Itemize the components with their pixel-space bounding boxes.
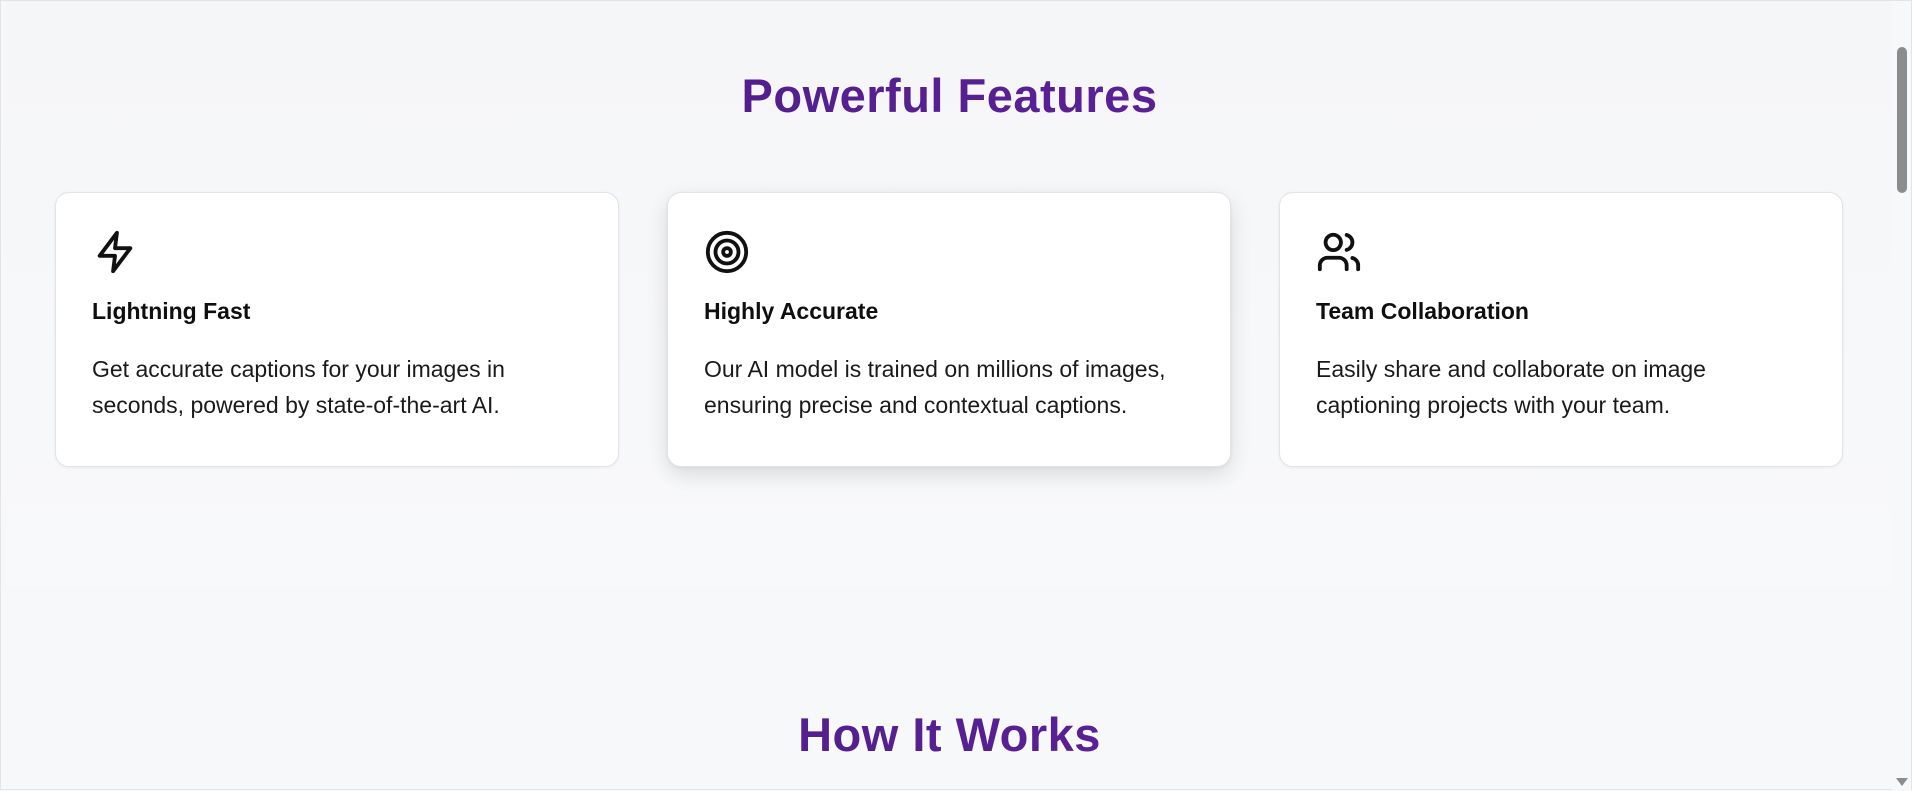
lightning-icon xyxy=(92,229,138,275)
feature-card-team-collaboration: Team Collaboration Easily share and coll… xyxy=(1279,192,1843,467)
feature-card-title: Highly Accurate xyxy=(704,298,879,324)
feature-card-description: Our AI model is trained on millions of i… xyxy=(704,356,1166,418)
page-content: Powerful Features Lightning Fast Get acc… xyxy=(6,1,1893,791)
scroll-down-arrow-icon[interactable] xyxy=(1896,778,1908,786)
feature-card-description: Get accurate captions for your images in… xyxy=(92,356,505,418)
target-icon xyxy=(704,229,750,275)
vertical-scrollbar[interactable] xyxy=(1892,1,1911,791)
users-icon xyxy=(1316,229,1362,275)
scrollbar-thumb[interactable] xyxy=(1897,47,1907,193)
feature-card-description: Easily share and collaborate on image ca… xyxy=(1316,356,1706,418)
features-heading: Powerful Features xyxy=(6,68,1893,123)
feature-card-lightning-fast: Lightning Fast Get accurate captions for… xyxy=(55,192,619,467)
browser-viewport: Powerful Features Lightning Fast Get acc… xyxy=(0,0,1912,791)
features-section: Powerful Features Lightning Fast Get acc… xyxy=(6,1,1893,586)
feature-card-highly-accurate: Highly Accurate Our AI model is trained … xyxy=(667,192,1231,467)
feature-card-title: Lightning Fast xyxy=(92,298,251,324)
how-it-works-heading: How It Works xyxy=(6,707,1893,762)
feature-card-title: Team Collaboration xyxy=(1316,298,1529,324)
